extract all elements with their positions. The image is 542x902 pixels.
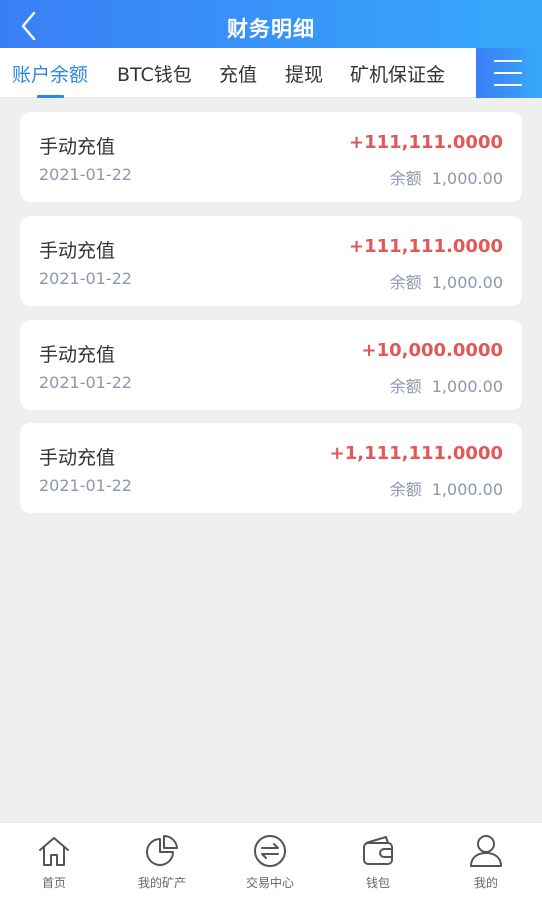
nav-label: 我的 (473, 876, 498, 890)
home-icon (39, 837, 69, 866)
balance-label: 余额 (389, 169, 422, 188)
record-title: 手动充值 (39, 344, 116, 366)
nav-label: 交易中心 (245, 876, 294, 890)
nav-label: 首页 (41, 876, 66, 890)
record-date: 2021-01-22 (39, 165, 132, 184)
record-balance: 余额 1,000.00 (390, 476, 503, 500)
record-amount: +10,000.0000 (361, 340, 503, 361)
nav-item-trading-center[interactable]: 交易中心 (216, 823, 324, 902)
nav-label: 我的矿产 (137, 876, 186, 890)
tab-miner-deposit[interactable]: 矿机保证金 (350, 48, 445, 97)
record-date: 2021-01-22 (39, 476, 132, 495)
tab-recharge[interactable]: 充值 (219, 48, 257, 97)
record-amount: +111,111.0000 (348, 236, 503, 257)
record-date: 2021-01-22 (39, 269, 132, 288)
tab-withdraw[interactable]: 提现 (285, 48, 323, 97)
user-icon (470, 835, 502, 867)
record-balance: 余额 1,000.00 (390, 373, 503, 397)
record-amount: +1,111,111.0000 (329, 443, 503, 464)
balance-value: 1,000.00 (431, 169, 503, 188)
balance-label: 余额 (389, 377, 422, 396)
exchange-icon (254, 835, 286, 867)
balance-value: 1,000.00 (431, 377, 503, 396)
balance-value: 1,000.00 (431, 480, 503, 499)
record-balance: 余额 1,000.00 (390, 269, 503, 293)
record-card: 手动充值 2021-01-22 +10,000.0000 余额 1,000.00 (20, 320, 522, 410)
record-date: 2021-01-22 (39, 373, 132, 392)
balance-label: 余额 (389, 480, 422, 499)
record-balance: 余额 1,000.00 (390, 165, 503, 189)
record-title: 手动充值 (39, 136, 116, 158)
record-title: 手动充值 (39, 447, 116, 469)
pie-chart-icon (146, 834, 178, 866)
bottom-nav: 首页 我的矿产 交易中心 钱包 我的 (0, 822, 542, 902)
tab-btc-wallet[interactable]: BTC钱包 (117, 48, 192, 97)
tab-bar: 账户余额 BTC钱包 充值 提现 矿机保证金 (0, 48, 542, 98)
balance-value: 1,000.00 (431, 273, 503, 292)
nav-item-wallet[interactable]: 钱包 (324, 823, 432, 902)
nav-item-home[interactable]: 首页 (0, 823, 108, 902)
balance-label: 余额 (389, 273, 422, 292)
nav-label: 钱包 (365, 876, 390, 890)
header-bar: 财务明细 (0, 0, 542, 48)
tab-account-balance[interactable]: 账户余额 (12, 48, 88, 97)
wallet-icon (363, 836, 393, 865)
record-card: 手动充值 2021-01-22 +111,111.0000 余额 1,000.00 (20, 216, 522, 306)
record-card: 手动充值 2021-01-22 +1,111,111.0000 余额 1,000.… (20, 423, 522, 513)
page-title: 财务明细 (227, 17, 315, 41)
active-tab-indicator (37, 95, 64, 98)
record-card: 手动充值 2021-01-22 +111,111.0000 余额 1,000.00 (20, 112, 522, 202)
nav-item-my-mining[interactable]: 我的矿产 (108, 823, 216, 902)
nav-item-mine[interactable]: 我的 (432, 823, 540, 902)
record-title: 手动充值 (39, 240, 116, 262)
tabs-menu-button[interactable] (476, 48, 542, 98)
record-amount: +111,111.0000 (348, 132, 503, 153)
